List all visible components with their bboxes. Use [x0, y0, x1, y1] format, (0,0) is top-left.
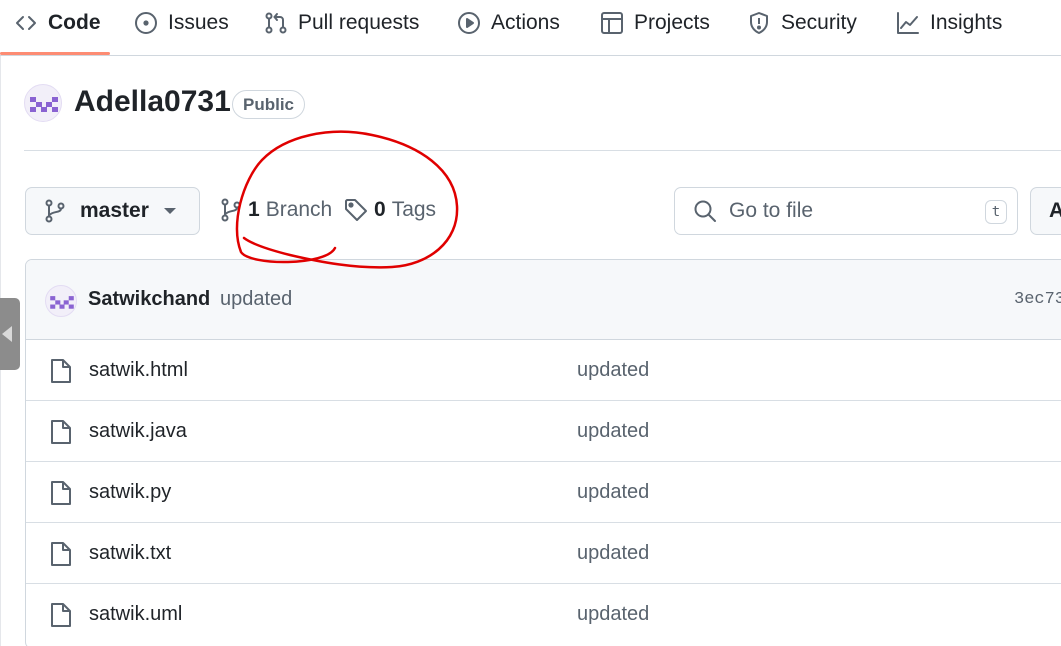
file-name[interactable]: satwik.java: [89, 420, 187, 443]
tab-label: Actions: [491, 11, 560, 34]
play-icon: [458, 12, 480, 34]
search-icon: [694, 200, 716, 222]
issue-icon: [135, 12, 157, 34]
tab-label: Issues: [168, 11, 229, 34]
tab-actions[interactable]: Actions: [457, 0, 560, 46]
graph-icon: [897, 12, 919, 34]
tab-label: Code: [48, 11, 101, 34]
branch-selector-button[interactable]: master: [25, 187, 200, 235]
tab-label: Pull requests: [298, 11, 420, 34]
active-tab-indicator: [0, 52, 110, 55]
divider: [24, 150, 1061, 151]
file-icon: [51, 481, 71, 505]
tab-security[interactable]: Security: [747, 0, 857, 46]
file-commit-message[interactable]: updated: [577, 481, 649, 504]
file-commit-message[interactable]: updated: [577, 359, 649, 382]
file-icon: [51, 420, 71, 444]
identicon-icon: [30, 97, 58, 112]
tab-code[interactable]: Code: [14, 0, 101, 46]
git-branch-icon: [45, 199, 65, 223]
chevron-left-icon: [2, 326, 12, 342]
branches-count: 1: [248, 198, 260, 221]
table-row[interactable]: satwik.java updated: [26, 401, 1061, 462]
branch-name: master: [80, 199, 149, 222]
branches-link[interactable]: 1 Branch: [220, 198, 332, 222]
tab-label: Security: [781, 11, 857, 34]
author-avatar[interactable]: [45, 285, 77, 317]
file-name[interactable]: satwik.py: [89, 481, 171, 504]
shield-icon: [750, 12, 768, 34]
file-commit-message[interactable]: updated: [577, 603, 649, 626]
table-icon: [601, 12, 623, 34]
file-commit-message[interactable]: updated: [577, 420, 649, 443]
file-name[interactable]: satwik.uml: [89, 603, 182, 626]
tags-label: Tags: [391, 198, 437, 221]
tag-icon: [345, 199, 367, 221]
tab-insights[interactable]: Insights: [896, 0, 1002, 46]
repo-avatar[interactable]: [24, 84, 62, 122]
tags-count: 0: [374, 198, 386, 221]
tab-issues[interactable]: Issues: [134, 0, 229, 46]
latest-commit-row: Satwikchand updated 3ec73: [26, 260, 1061, 340]
tags-link[interactable]: 0 Tags: [344, 198, 436, 222]
commit-sha[interactable]: 3ec73: [1014, 290, 1061, 309]
table-row[interactable]: satwik.html updated: [26, 340, 1061, 401]
code-icon: [16, 16, 36, 30]
add-file-button[interactable]: A: [1030, 187, 1061, 235]
table-row[interactable]: satwik.py updated: [26, 462, 1061, 523]
file-icon: [51, 603, 71, 627]
go-to-file-placeholder: Go to file: [729, 199, 814, 222]
file-name[interactable]: satwik.html: [89, 359, 188, 382]
tab-projects[interactable]: Projects: [600, 0, 710, 46]
repo-nav: Code Issues Pull requests Actions Projec…: [0, 0, 1061, 56]
tab-label: Projects: [634, 11, 710, 34]
file-commit-message[interactable]: updated: [577, 542, 649, 565]
keyboard-shortcut-hint: t: [985, 200, 1007, 224]
file-icon: [51, 359, 71, 383]
file-icon: [51, 542, 71, 566]
pull-request-icon: [265, 12, 287, 34]
add-file-label: A: [1049, 199, 1061, 222]
go-to-file-input[interactable]: Go to file t: [674, 187, 1018, 235]
file-name[interactable]: satwik.txt: [89, 542, 171, 565]
tab-label: Insights: [930, 11, 1003, 34]
branches-label: Branch: [265, 198, 333, 221]
caret-down-icon: [164, 208, 176, 214]
commit-author[interactable]: Satwikchand: [88, 288, 210, 311]
repo-name[interactable]: Adella0731: [74, 85, 231, 119]
table-row[interactable]: satwik.txt updated: [26, 523, 1061, 584]
identicon-icon: [50, 296, 74, 309]
git-branch-icon: [221, 198, 241, 222]
table-row[interactable]: satwik.uml updated: [26, 584, 1061, 645]
side-panel-toggle[interactable]: [0, 298, 20, 370]
file-table: Satwikchand updated 3ec73 satwik.html up…: [25, 259, 1061, 646]
commit-message[interactable]: updated: [220, 288, 292, 311]
tab-pull-requests[interactable]: Pull requests: [264, 0, 419, 46]
visibility-badge: Public: [232, 90, 306, 119]
